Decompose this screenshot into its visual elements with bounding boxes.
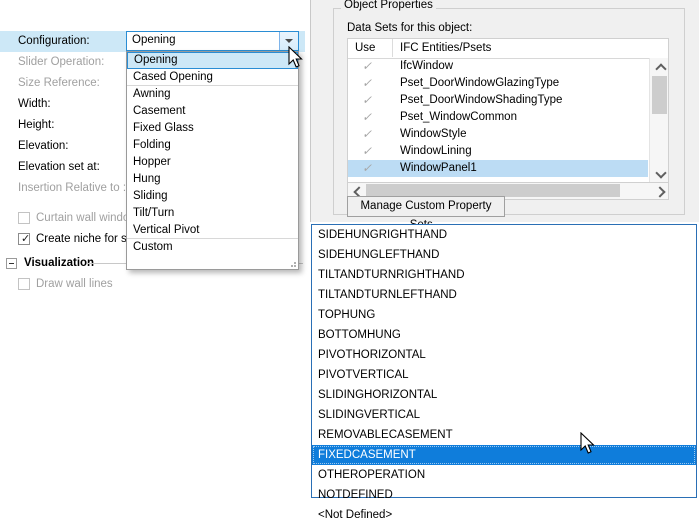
dropdown-item[interactable]: Casement — [127, 103, 298, 120]
property-label: Insertion Relative to : — [18, 182, 127, 194]
draw-wall-lines-checkbox[interactable] — [18, 278, 30, 290]
enum-dropdown-items: SIDEHUNGRIGHTHAND SIDEHUNGLEFTHAND TILTAND… — [312, 225, 696, 525]
resize-grip-icon[interactable] — [287, 258, 297, 268]
object-properties-panel: Object Properties Data Sets for this obj… — [310, 0, 699, 231]
vertical-scrollbar[interactable] — [649, 58, 668, 182]
check-icon[interactable]: ✓ — [362, 126, 372, 143]
enum-list-item[interactable]: BOTTOMHUNG — [312, 325, 696, 345]
table-row[interactable]: ✓ WindowStyle — [348, 126, 648, 143]
column-header-ifc-entities[interactable]: IFC Entities/Psets — [393, 39, 648, 57]
check-icon[interactable]: ✓ — [362, 75, 372, 92]
ifc-entity-name: WindowPanel1 — [400, 162, 477, 174]
column-header-use[interactable]: Use — [348, 39, 393, 57]
property-label: Size Reference: — [18, 77, 100, 89]
dropdown-item[interactable]: Tilt/Turn — [127, 205, 298, 222]
check-icon[interactable]: ✓ — [362, 109, 372, 126]
scroll-up-icon[interactable] — [650, 58, 669, 75]
check-icon[interactable]: ✓ — [362, 160, 372, 177]
scroll-down-icon[interactable] — [650, 165, 669, 182]
enum-list-item[interactable]: SLIDINGVERTICAL — [312, 405, 696, 425]
dropdown-item[interactable]: Vertical Pivot — [127, 222, 298, 239]
ifc-entity-name: IfcWindow — [400, 60, 454, 72]
ifc-entities-list[interactable]: Use IFC Entities/Psets ✓ IfcWindow ✓ Pset_D… — [347, 38, 669, 183]
check-icon: ✓ — [21, 233, 31, 245]
mouse-cursor-combobox — [288, 46, 305, 70]
check-icon[interactable]: ✓ — [362, 143, 372, 160]
ifc-entity-name: WindowLining — [400, 145, 472, 157]
enum-list-item[interactable]: PIVOTVERTICAL — [312, 365, 696, 385]
curtain-wall-window-label: Curtain wall window — [36, 212, 138, 224]
enum-list-item[interactable]: TOPHUNG — [312, 305, 696, 325]
property-label: Elevation set at: — [18, 161, 100, 173]
dropdown-item[interactable]: Opening — [127, 52, 298, 69]
enum-list-item[interactable]: OTHEROPERATION — [312, 465, 696, 485]
enum-list-item[interactable]: PIVOTHORIZONTAL — [312, 345, 696, 365]
mouse-cursor-enum-list — [580, 432, 597, 456]
enum-list-item[interactable]: FIXEDCASEMENT — [312, 445, 696, 465]
table-row[interactable]: ✓ Pset_DoorWindowShadingType — [348, 92, 648, 109]
dropdown-item[interactable]: Awning — [127, 86, 298, 103]
curtain-wall-window-checkbox[interactable] — [18, 212, 30, 224]
ifc-entity-name: Pset_DoorWindowGlazingType — [400, 77, 560, 89]
check-icon[interactable]: ✓ — [362, 92, 372, 109]
configuration-dropdown-list[interactable]: Opening Cased Opening Awning Casement Fixed … — [126, 51, 299, 270]
collapse-expander-icon[interactable] — [6, 258, 17, 269]
draw-wall-lines-label: Draw wall lines — [36, 278, 113, 290]
enum-list-item[interactable]: SIDEHUNGRIGHTHAND — [312, 225, 696, 245]
dropdown-item[interactable]: Hopper — [127, 154, 298, 171]
check-icon[interactable]: ✓ — [362, 58, 372, 75]
datasets-label: Data Sets for this object: — [347, 22, 473, 34]
enum-list-item[interactable]: TILTANDTURNRIGHTHAND — [312, 265, 696, 285]
dropdown-item[interactable]: Sliding — [127, 188, 298, 205]
table-row[interactable]: ✓ IfcWindow — [348, 58, 648, 75]
visualization-title: Visualization — [24, 257, 95, 269]
draw-wall-lines-row[interactable]: Draw wall lines — [0, 274, 305, 295]
scroll-right-icon[interactable] — [651, 183, 668, 198]
property-label: Width: — [18, 98, 51, 110]
table-row[interactable]: ✓ WindowLining — [348, 143, 648, 160]
dropdown-item[interactable]: Hung — [127, 171, 298, 188]
table-row[interactable]: ✓ Pset_WindowCommon — [348, 109, 648, 126]
manage-custom-property-sets-button[interactable]: Manage Custom Property Sets... — [347, 196, 505, 231]
vertical-scrollbar-thumb[interactable] — [652, 76, 667, 114]
configuration-dropdown-items: Opening Cased Opening Awning Casement Fixed … — [127, 52, 298, 256]
groupbox-title: Object Properties — [341, 0, 436, 11]
enum-list-item[interactable]: TILTANDTURNLEFTHAND — [312, 285, 696, 305]
ifc-entity-name: Pset_WindowCommon — [400, 111, 517, 123]
configuration-combobox[interactable]: Opening — [126, 31, 299, 51]
property-label: Height: — [18, 119, 55, 131]
table-row[interactable]: ✓ Pset_DoorWindowGlazingType — [348, 75, 648, 92]
dropdown-item[interactable]: Cased Opening — [127, 69, 298, 86]
window-operation-enum-dropdown[interactable]: SIDEHUNGRIGHTHAND SIDEHUNGLEFTHAND TILTAND… — [311, 224, 697, 521]
enum-list-item[interactable]: <Not Defined> — [312, 505, 696, 525]
dropdown-item[interactable]: Folding — [127, 137, 298, 154]
enum-list-item[interactable]: REMOVABLECASEMENT — [312, 425, 696, 445]
property-label: Slider Operation: — [18, 56, 105, 68]
property-label: Elevation: — [18, 140, 69, 152]
enum-list-item[interactable]: SLIDINGHORIZONTAL — [312, 385, 696, 405]
create-niche-checkbox[interactable]: ✓ — [18, 233, 30, 245]
configuration-combobox-value: Opening — [132, 34, 176, 46]
enum-list-item[interactable]: SIDEHUNGLEFTHAND — [312, 245, 696, 265]
enum-list-item[interactable]: NOTDEFINED — [312, 485, 696, 505]
ifc-list-header: Use IFC Entities/Psets — [348, 39, 668, 59]
table-row[interactable]: ✓ WindowPanel1 — [348, 160, 648, 177]
property-label: Configuration: — [18, 35, 90, 47]
dropdown-item[interactable]: Fixed Glass — [127, 120, 298, 137]
ifc-entity-name: WindowStyle — [400, 128, 467, 140]
dropdown-item[interactable]: Custom — [127, 239, 298, 256]
ifc-entity-name: Pset_DoorWindowShadingType — [400, 94, 563, 106]
create-niche-label: Create niche for sp — [36, 233, 134, 245]
